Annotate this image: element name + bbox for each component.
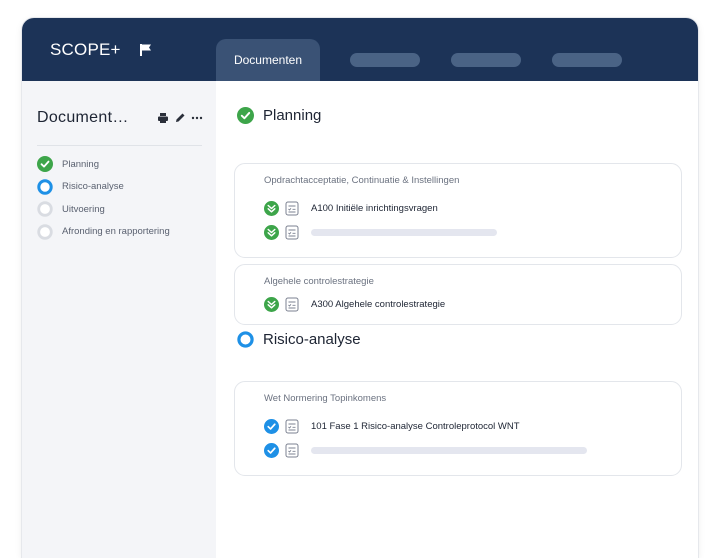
double-check-icon	[264, 224, 279, 240]
document-row[interactable]	[264, 223, 497, 241]
checklist-document-icon	[285, 297, 299, 311]
brand-logo[interactable]: SCOPE+	[50, 40, 153, 60]
document-group-card: Wet Normering Topinkomens 101 Fase 1 Ris…	[234, 381, 682, 476]
tab-documenten[interactable]: Documenten	[216, 39, 320, 81]
sidebar-divider	[37, 145, 202, 146]
check-circle-icon	[264, 442, 279, 458]
check-circle-icon	[37, 156, 53, 173]
step-label: Uitvoering	[62, 203, 105, 215]
card-header: Algehele controlestrategie	[264, 276, 374, 287]
flag-icon[interactable]	[139, 43, 153, 57]
check-circle-icon	[237, 107, 254, 124]
card-header: Opdrachtacceptatie, Continuatie & Instel…	[264, 175, 460, 186]
checklist-document-icon	[285, 225, 299, 239]
document-row[interactable]: A300 Algehele controlestrategie	[264, 295, 445, 313]
print-icon[interactable]	[157, 112, 169, 124]
sidebar-toolbar	[157, 112, 203, 124]
document-row[interactable]: A100 Initiële inrichtingsvragen	[264, 199, 438, 217]
pencil-icon[interactable]	[174, 112, 186, 124]
top-navigation-bar: SCOPE+ Documenten	[22, 18, 698, 81]
tab-placeholder[interactable]	[451, 53, 521, 67]
sidebar-title: Document…	[37, 109, 129, 126]
tab-label: Documenten	[233, 53, 303, 67]
tab-placeholder[interactable]	[350, 53, 420, 67]
placeholder-bar	[311, 228, 497, 236]
document-group-card: Opdrachtacceptatie, Continuatie & Instel…	[234, 163, 682, 258]
document-group-card: Algehele controlestrategie A300 Algehele…	[234, 264, 682, 325]
more-icon[interactable]	[191, 112, 203, 124]
app-window: SCOPE+ Documenten Document… Planning Ris…	[22, 18, 698, 558]
section-title: Planning	[263, 107, 322, 124]
step-label: Planning	[62, 158, 99, 170]
tab-placeholder[interactable]	[552, 53, 622, 67]
checklist-document-icon	[285, 443, 299, 457]
step-planning[interactable]: Planning	[37, 153, 170, 176]
document-row[interactable]	[264, 441, 587, 459]
check-circle-icon	[264, 418, 279, 434]
brand-name: SCOPE+	[50, 40, 121, 59]
empty-circle-icon	[37, 224, 53, 240]
document-label: A100 Initiële inrichtingsvragen	[311, 202, 438, 214]
placeholder-bar	[311, 446, 587, 454]
double-check-icon	[264, 296, 279, 312]
double-check-icon	[264, 200, 279, 216]
step-label: Risico-analyse	[62, 181, 124, 193]
current-step-icon	[37, 179, 53, 195]
step-list: Planning Risico-analyse Uitvoering Afron…	[37, 153, 170, 243]
document-label: A300 Algehele controlestrategie	[311, 298, 446, 310]
current-step-icon	[237, 331, 254, 348]
step-risico-analyse[interactable]: Risico-analyse	[37, 176, 170, 199]
section-heading-planning: Planning	[237, 107, 321, 124]
card-header: Wet Normering Topinkomens	[264, 393, 387, 404]
section-heading-risico-analyse: Risico-analyse	[237, 331, 361, 348]
step-afronding[interactable]: Afronding en rapportering	[37, 221, 170, 244]
checklist-document-icon	[285, 419, 299, 433]
section-title: Risico-analyse	[263, 331, 361, 348]
checklist-document-icon	[285, 201, 299, 215]
step-uitvoering[interactable]: Uitvoering	[37, 198, 170, 221]
main-content: Planning Opdrachtacceptatie, Continuatie…	[216, 81, 698, 558]
document-label: 101 Fase 1 Risico-analyse Controleprotoc…	[311, 420, 520, 432]
document-row[interactable]: 101 Fase 1 Risico-analyse Controleprotoc…	[264, 417, 520, 435]
sidebar: Document… Planning Risico-analyse Uitvoe…	[22, 81, 216, 558]
step-label: Afronding en rapportering	[62, 226, 170, 238]
empty-circle-icon	[37, 201, 53, 217]
